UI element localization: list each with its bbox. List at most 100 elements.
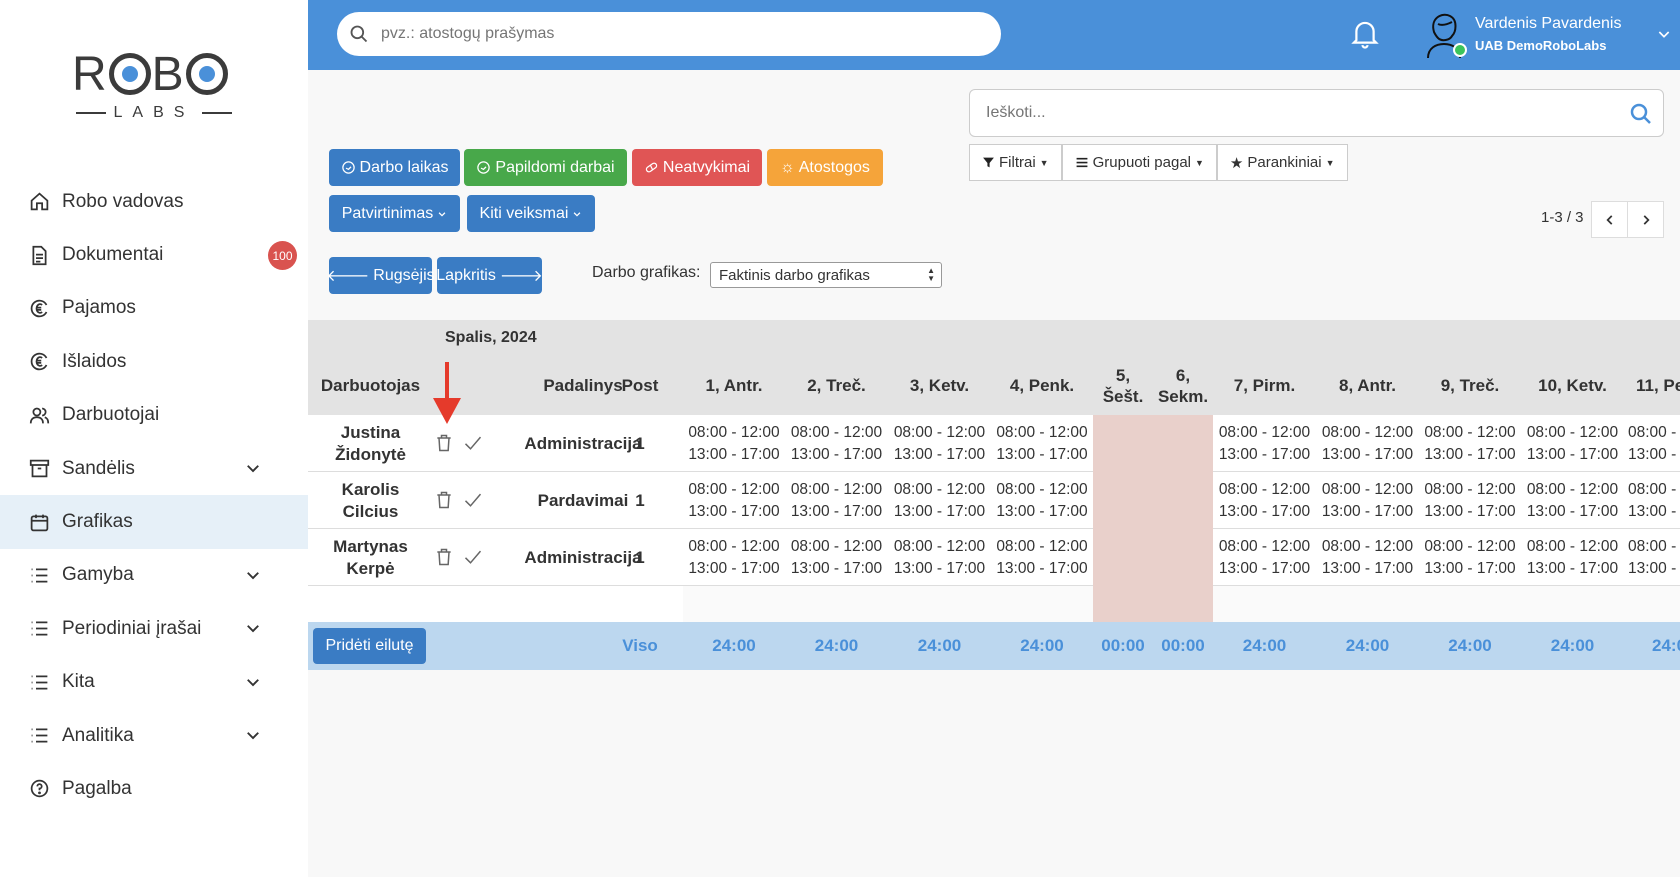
records-search-input[interactable] [986, 104, 1586, 122]
sidebar-item-dokumentai[interactable]: Dokumentai 100 [0, 228, 308, 281]
weekend-cell[interactable] [1093, 529, 1213, 586]
shift-cell[interactable]: 08:00 - 12:0013:00 - 17:00 [1521, 529, 1624, 586]
sidebar-item-islaidos[interactable]: Išlaidos [0, 335, 308, 388]
global-search-input[interactable] [381, 25, 941, 43]
user-company[interactable]: UAB DemoRoboLabs [1475, 38, 1606, 53]
favorites-button[interactable]: ★ Parankiniai ▼ [1216, 144, 1348, 181]
trash-icon[interactable] [434, 547, 454, 567]
extra-work-button[interactable]: Papildomi darbai [464, 149, 627, 186]
weekend-cell[interactable] [1093, 415, 1213, 472]
table-row[interactable]: Justina Židonytė Administracija 1 08:00 … [308, 415, 1680, 472]
sidebar-item-periodiniai-irasai[interactable]: Periodiniai įrašai [0, 602, 308, 655]
sidebar-item-robo-vadovas[interactable]: Robo vadovas [0, 175, 308, 228]
shift-cell[interactable]: 08:00 - 12:0013:00 - 17:00 [1316, 529, 1419, 586]
group-by-button[interactable]: Grupuoti pagal ▼ [1061, 144, 1217, 181]
sidebar-item-pagalba[interactable]: Pagalba [0, 762, 308, 815]
pager-prev-button[interactable] [1591, 201, 1628, 238]
shift-cell[interactable]: 08:00 - 12:0013:00 - 17:00 [888, 415, 991, 472]
header-day: 5, Šešt. [1102, 365, 1144, 406]
header-employee[interactable]: Darbuotojas [308, 356, 433, 415]
shift-cell[interactable]: 08:00 - 12:0013:00 - 17:00 [1316, 415, 1419, 472]
shift-cell[interactable]: 08:00 - 12:0013:00 - 17:00 [888, 529, 991, 586]
shift-cell[interactable]: 08:00 - 12:0013:00 - 17:00 [1316, 472, 1419, 529]
sidebar-item-label: Analitika [62, 724, 134, 746]
sidebar-item-gamyba[interactable]: Gamyba [0, 549, 308, 602]
trash-icon[interactable] [434, 490, 454, 510]
day-total: 24:00 [1345, 636, 1390, 655]
shift-cell[interactable]: 08:00 - 12:0013:00 - 17:00 [1213, 529, 1316, 586]
table-row[interactable]: Martynas Kerpė Administracija 1 08:00 - … [308, 529, 1680, 586]
check-icon[interactable] [463, 547, 483, 567]
shift-cell[interactable]: 08:00 - 12:0013:00 - 17:00 [1521, 472, 1624, 529]
shift-cell[interactable]: 08:00 - 12:0013:00 - 17:00 [683, 529, 785, 586]
user-name[interactable]: Vardenis Pavardenis [1475, 15, 1621, 33]
sidebar-item-analitika[interactable]: Analitika [0, 709, 308, 762]
sidebar-item-kita[interactable]: Kita [0, 656, 308, 709]
chevron-down-icon [247, 625, 259, 633]
schedule-table: Spalis, 2024 Darbuotojas Padalinys Post … [308, 320, 1680, 672]
sidebar-item-darbuotojai[interactable]: Darbuotojai [0, 389, 308, 442]
weekend-cell[interactable] [1093, 472, 1213, 529]
shift-cell[interactable]: 08:00 - 12:0013:00 - 17:00 [683, 472, 785, 529]
shift-cell[interactable]: 08:00 - 12:0013:00 - 17:00 [785, 529, 888, 586]
other-actions-dropdown-button[interactable]: Kiti veiksmai [467, 195, 595, 232]
shift-cell[interactable]: 08:00 - 12:0013:00 - 17:00 [1624, 415, 1680, 472]
employee-name[interactable]: Karolis Cilcius [313, 472, 428, 529]
robolabs-logo[interactable]: RB LABS [72, 46, 232, 126]
absences-button[interactable]: Neatvykimai [632, 149, 762, 186]
sidebar-item-label: Pajamos [62, 297, 136, 319]
table-row[interactable]: Karolis Cilcius Pardavimai 1 08:00 - 12:… [308, 472, 1680, 529]
sidebar-item-grafikas[interactable]: Grafikas [0, 495, 308, 549]
sidebar-item-label: Robo vadovas [62, 190, 184, 212]
calendar-icon [28, 511, 50, 533]
search-icon[interactable] [1629, 102, 1653, 126]
day-total: 00:00 [1101, 636, 1145, 655]
shift-cell[interactable]: 08:00 - 12:0013:00 - 17:00 [785, 415, 888, 472]
shift-cell[interactable]: 08:00 - 12:0013:00 - 17:00 [1521, 415, 1624, 472]
vacation-button[interactable]: ☼ Atostogos [767, 149, 883, 186]
check-icon[interactable] [463, 433, 483, 453]
shift-cell[interactable]: 08:00 - 12:0013:00 - 17:00 [1624, 472, 1680, 529]
shift-cell[interactable]: 08:00 - 12:0013:00 - 17:00 [1419, 415, 1521, 472]
shift-cell[interactable]: 08:00 - 12:0013:00 - 17:00 [1213, 415, 1316, 472]
filter-icon [983, 157, 994, 168]
header-post[interactable]: Post [600, 356, 680, 415]
day-total: 24:00 [1652, 636, 1680, 655]
shift-cell[interactable]: 08:00 - 12:0013:00 - 17:00 [1624, 529, 1680, 586]
sidebar-item-label: Gamyba [62, 564, 134, 586]
shift-cell[interactable]: 08:00 - 12:0013:00 - 17:00 [991, 415, 1093, 472]
shift-cell[interactable]: 08:00 - 12:0013:00 - 17:00 [991, 472, 1093, 529]
day-total: 24:00 [917, 636, 962, 655]
shift-cell[interactable]: 08:00 - 12:0013:00 - 17:00 [785, 472, 888, 529]
shift-cell[interactable]: 08:00 - 12:0013:00 - 17:00 [683, 415, 785, 472]
pager-next-button[interactable] [1627, 201, 1664, 238]
add-row-button[interactable]: Pridėti eilutę [313, 628, 426, 664]
work-time-button[interactable]: Darbo laikas [329, 149, 460, 186]
employee-name[interactable]: Martynas Kerpė [313, 529, 428, 586]
sidebar-item-label: Išlaidos [62, 350, 127, 372]
chevron-down-icon [247, 731, 259, 740]
next-month-button[interactable]: Lapkritis 🡒 [436, 257, 543, 294]
shift-cell[interactable]: 08:00 - 12:0013:00 - 17:00 [888, 472, 991, 529]
header-day: 8, Antr. [1339, 376, 1396, 395]
shift-cell[interactable]: 08:00 - 12:0013:00 - 17:00 [1419, 472, 1521, 529]
shift-cell[interactable]: 08:00 - 12:0013:00 - 17:00 [991, 529, 1093, 586]
employee-name[interactable]: Justina Židonytė [313, 415, 428, 472]
archive-icon [28, 458, 50, 480]
trash-icon[interactable] [434, 433, 454, 453]
shift-cell[interactable]: 08:00 - 12:0013:00 - 17:00 [1419, 529, 1521, 586]
approval-dropdown-button[interactable]: Patvirtinimas [329, 195, 460, 232]
red-arrow-annotation-icon [433, 362, 461, 424]
chevron-down-icon[interactable] [1656, 26, 1672, 42]
sidebar-item-sandelis[interactable]: Sandėlis [0, 442, 308, 495]
table-header-row: Darbuotojas Padalinys Post 1, Antr. 2, T… [308, 356, 1680, 415]
prev-month-button[interactable]: 🡐 Rugsėjis [326, 257, 435, 294]
sidebar-item-pajamos[interactable]: Pajamos [0, 282, 308, 335]
check-icon[interactable] [463, 490, 483, 510]
bell-icon[interactable] [1350, 18, 1380, 50]
schedule-type-select[interactable]: Faktinis darbo grafikas ▲ ▼ [710, 262, 942, 288]
shift-cell[interactable]: 08:00 - 12:0013:00 - 17:00 [1213, 472, 1316, 529]
list-icon [28, 725, 50, 747]
total-label: Viso [622, 636, 658, 655]
filters-button[interactable]: Filtrai ▼ [969, 144, 1062, 181]
